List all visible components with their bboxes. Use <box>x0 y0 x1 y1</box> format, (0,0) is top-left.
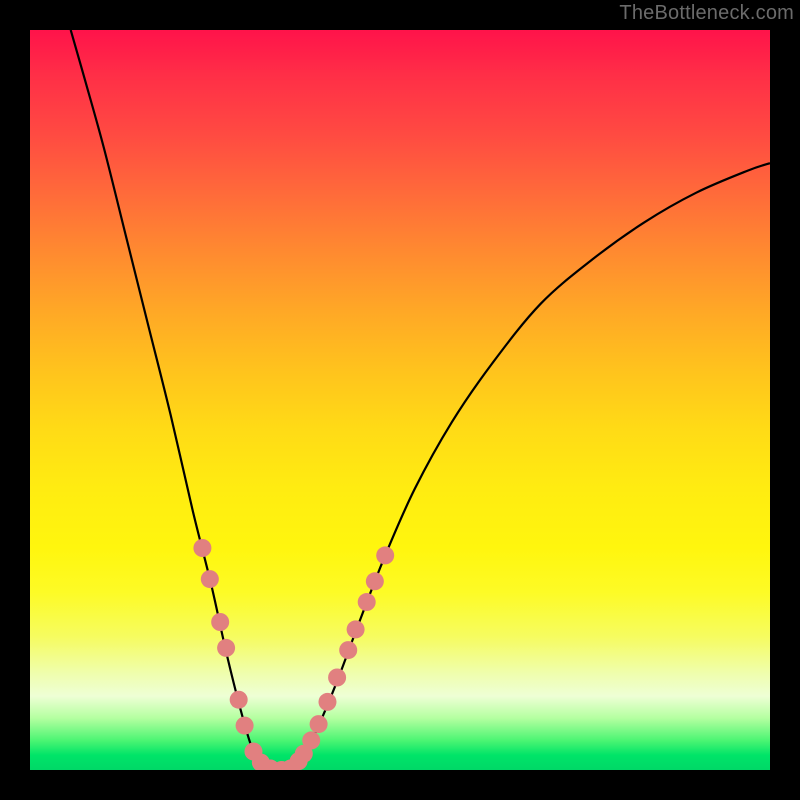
bottleneck-curve <box>71 30 770 770</box>
marker-group <box>193 539 394 770</box>
marker-dot <box>201 570 219 588</box>
marker-dot <box>366 572 384 590</box>
marker-dot <box>302 731 320 749</box>
watermark-text: TheBottleneck.com <box>619 2 794 25</box>
marker-dot <box>310 715 328 733</box>
marker-dot <box>347 620 365 638</box>
marker-dot <box>230 691 248 709</box>
marker-dot <box>358 593 376 611</box>
marker-dot <box>193 539 211 557</box>
curve-layer <box>30 30 770 770</box>
plot-area <box>30 30 770 770</box>
marker-dot <box>318 693 336 711</box>
marker-dot <box>328 669 346 687</box>
marker-dot <box>339 641 357 659</box>
marker-dot <box>236 717 254 735</box>
marker-dot <box>217 639 235 657</box>
marker-dot <box>211 613 229 631</box>
chart-frame: TheBottleneck.com <box>0 0 800 800</box>
marker-dot <box>376 546 394 564</box>
